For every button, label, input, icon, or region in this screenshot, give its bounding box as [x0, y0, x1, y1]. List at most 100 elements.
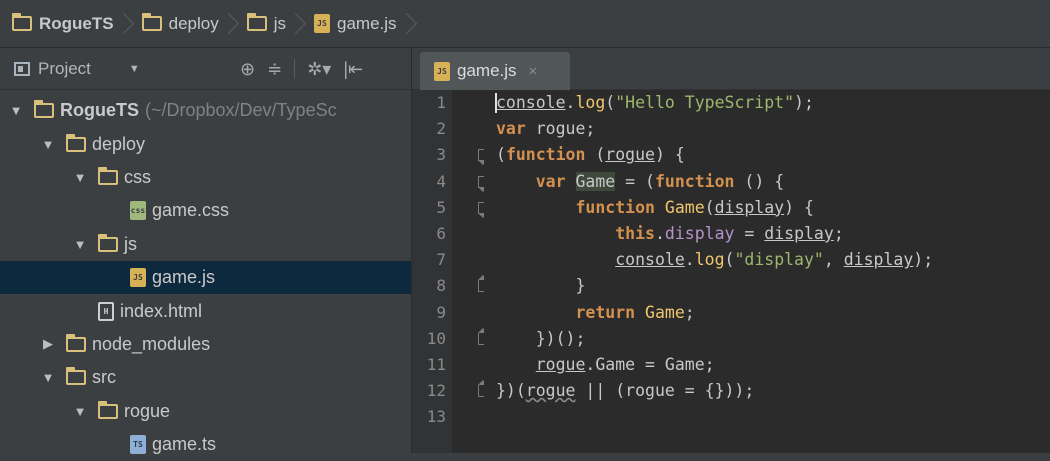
line-number: 12 — [426, 381, 446, 401]
tree-item[interactable]: ▼ src — [0, 361, 411, 394]
code-token: rogue — [625, 381, 675, 401]
code-token: . — [654, 223, 665, 243]
chevron-down-icon[interactable]: ▼ — [40, 137, 56, 152]
code-token: Game — [645, 302, 685, 322]
tree-item[interactable]: Hindex.html — [0, 294, 411, 327]
chevron-right-icon[interactable]: ▶ — [40, 336, 56, 352]
code-token: var — [535, 171, 576, 191]
code-token: , — [823, 250, 844, 270]
code-token: })( — [496, 381, 526, 401]
code-line: rogue.Game = Game; — [484, 352, 1050, 378]
code-token: ; — [684, 302, 695, 322]
code-token: log — [575, 93, 606, 112]
chevron-down-icon[interactable]: ▼ — [72, 170, 88, 185]
code-token: . — [565, 93, 576, 112]
code-token: .Game = Game; — [585, 354, 715, 374]
code-editor[interactable]: console.log("Hello TypeScript"); var rogu… — [484, 90, 1050, 453]
code-token: log — [694, 250, 725, 270]
code-token: ( — [595, 145, 606, 165]
chevron-down-icon[interactable]: ▼ — [72, 404, 88, 419]
tree-item-label: css — [124, 166, 151, 187]
project-icon — [14, 61, 30, 76]
line-number: 3 — [436, 145, 446, 165]
code-token: console — [496, 93, 566, 112]
code-token: () { — [744, 171, 785, 191]
project-view-label: Project — [38, 58, 91, 78]
code-token: Game — [664, 197, 705, 217]
folder-icon — [12, 13, 32, 31]
code-token: ( — [605, 93, 616, 112]
code-token: rogue — [605, 145, 655, 165]
tree-item[interactable]: ▼ deploy — [0, 127, 411, 160]
collapse-all-icon[interactable]: ≑ — [267, 59, 282, 80]
code-token: ( — [496, 145, 506, 165]
project-panel: Project ▼ ⊕ ≑ ✲▾ |⇤ ▼ RogueTS (~/Dropbox/D… — [0, 48, 412, 455]
tree-item[interactable]: css game.css — [0, 194, 411, 227]
code-token: ; — [833, 223, 844, 243]
hide-panel-icon[interactable]: |⇤ — [343, 59, 363, 80]
tree-item-label: game.js — [152, 267, 216, 288]
tree-item[interactable]: ▼ js — [0, 228, 411, 261]
editor-tab-bar: JS game.js × — [412, 48, 1050, 90]
js-file-icon: JS — [130, 268, 146, 288]
scroll-from-source-icon[interactable]: ⊕ — [240, 59, 255, 80]
line-number: 10 — [426, 328, 446, 348]
code-line: var rogue; — [484, 116, 1050, 142]
code-token: ); — [913, 250, 934, 270]
line-number: 7 — [436, 250, 446, 270]
line-number: 4 — [436, 171, 446, 191]
code-token: . — [684, 250, 695, 270]
code-token: function — [655, 171, 745, 191]
tree-item[interactable]: ▼ rogue — [0, 395, 411, 428]
tree-item[interactable]: ▶ node_modules — [0, 328, 411, 361]
js-file-icon: JS — [434, 61, 450, 81]
breadcrumb-label: deploy — [168, 13, 219, 33]
code-token: this — [615, 223, 655, 243]
code-token: rogue; — [535, 119, 596, 139]
tree-item-label: rogue — [124, 400, 171, 421]
code-token: || ( — [575, 381, 626, 401]
code-token: })(); — [496, 328, 586, 348]
code-token: console — [615, 250, 685, 270]
code-line: console.log("display", display); — [484, 247, 1050, 273]
chevron-down-icon[interactable]: ▼ — [40, 370, 56, 385]
css-file-icon: css — [130, 201, 146, 221]
tree-item[interactable]: TS game.ts — [0, 428, 411, 461]
folder-icon — [98, 400, 118, 419]
code-line: } — [484, 273, 1050, 299]
code-token: = ( — [615, 171, 655, 191]
folder-icon — [66, 367, 86, 386]
breadcrumb-item[interactable]: deploy — [141, 0, 225, 48]
line-number: 2 — [436, 119, 446, 139]
line-number: 1 — [436, 93, 446, 112]
tree-item-label: js — [124, 233, 137, 254]
tree-item[interactable]: ▼ css — [0, 161, 411, 194]
folder-icon — [66, 133, 86, 152]
chevron-down-icon[interactable]: ▼ — [72, 237, 88, 252]
tab-game-js[interactable]: JS game.js × — [420, 52, 570, 90]
text-caret — [495, 93, 497, 113]
line-number: 13 — [426, 407, 446, 427]
code-token: = {})); — [674, 381, 755, 401]
close-icon[interactable]: × — [529, 63, 538, 80]
breadcrumb-item[interactable]: JS game.js — [314, 0, 403, 48]
gear-icon[interactable]: ✲▾ — [307, 59, 331, 80]
line-number: 5 — [436, 197, 446, 217]
tree-item[interactable]: JS game.js — [0, 260, 411, 295]
code-token: ( — [704, 197, 715, 217]
code-token: function — [575, 197, 665, 217]
tree-item-label: game.ts — [152, 434, 217, 455]
tree-item[interactable]: ▼ RogueTS (~/Dropbox/Dev/TypeSc — [0, 94, 411, 127]
project-panel-header[interactable]: Project ▼ ⊕ ≑ ✲▾ |⇤ — [0, 48, 411, 90]
chevron-down-icon[interactable]: ▼ — [129, 63, 140, 75]
code-token: Game — [575, 171, 616, 191]
breadcrumb-item[interactable]: RogueTS — [12, 0, 120, 48]
chevron-down-icon[interactable]: ▼ — [8, 103, 24, 118]
code-token: var — [496, 119, 536, 139]
code-token: ); — [794, 93, 814, 112]
code-token: display — [714, 197, 785, 217]
